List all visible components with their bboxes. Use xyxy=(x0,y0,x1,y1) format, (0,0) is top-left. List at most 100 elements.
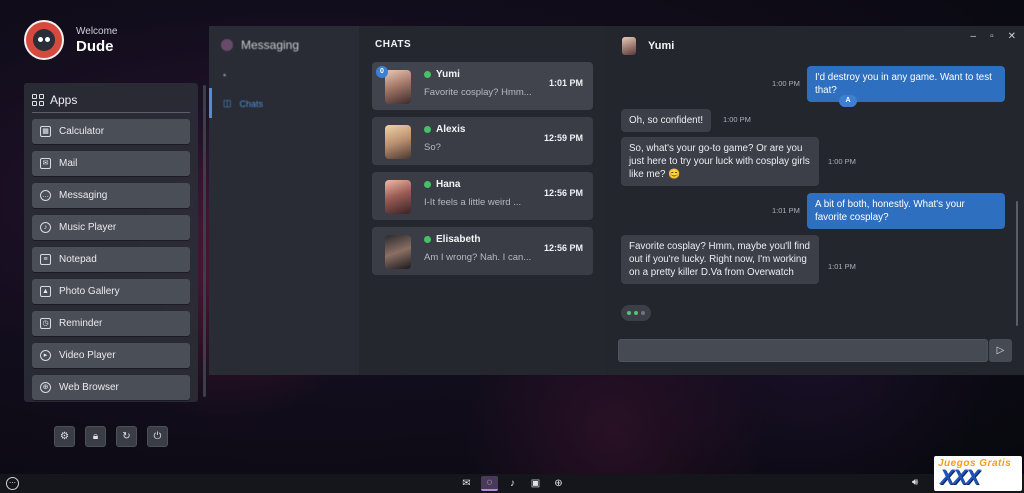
avatar[interactable] xyxy=(24,20,64,60)
photo-icon[interactable]: ▣ xyxy=(527,476,544,491)
unread-badge: 0 xyxy=(376,66,388,78)
messaging-title: Messaging xyxy=(221,38,299,52)
send-icon: ▷ xyxy=(996,345,1005,356)
chat-time: 12:59 PM xyxy=(543,133,583,143)
chat-name-row: Hana xyxy=(424,179,460,190)
chat-item-yumi[interactable]: 0 Yumi Favorite cosplay? Hmm... 1:01 PM xyxy=(372,62,593,110)
chat-name: Elisabeth xyxy=(436,234,481,245)
app-web-browser-button[interactable]: ⊕ Web Browser xyxy=(32,375,190,400)
app-calculator-button[interactable]: ▦ Calculator xyxy=(32,119,190,144)
settings-icon[interactable]: ⚙ xyxy=(54,426,75,447)
chat-item-elisabeth[interactable]: Elisabeth Am I wrong? Nah. I can... 12:5… xyxy=(372,227,593,275)
chat-avatar xyxy=(385,125,411,159)
message-bubble-out: A bit of both, honestly. What's your fav… xyxy=(807,193,1005,229)
chats-nav-icon: ◫ xyxy=(223,98,232,108)
apps-panel: Apps ▦ Calculator ✉ Mail … Messaging ♪ M… xyxy=(24,83,198,402)
message-bubble-in: Favorite cosplay? Hmm, maybe you'll find… xyxy=(621,235,819,284)
globe-icon[interactable]: ⊕ xyxy=(550,476,567,491)
app-photo-gallery-button[interactable]: ▲ Photo Gallery xyxy=(32,279,190,304)
user-name: Dude xyxy=(76,37,114,55)
volume-icon[interactable]: 🔊︎ xyxy=(912,477,918,488)
chat-list: CHATS 0 Yumi Favorite cosplay? Hmm... 1:… xyxy=(359,26,606,375)
chat-preview: Favorite cosplay? Hmm... xyxy=(424,87,532,98)
refresh-icon[interactable]: ↻ xyxy=(116,426,137,447)
chat-avatar xyxy=(385,180,411,214)
message-bubble-in: So, what's your go-to game? Or are you j… xyxy=(621,137,819,186)
welcome-label: Welcome xyxy=(76,25,118,37)
message-time: 1:01 PM xyxy=(772,206,800,215)
app-label: Calculator xyxy=(59,126,105,137)
read-badge: A xyxy=(839,95,857,107)
app-mail-button[interactable]: ✉ Mail xyxy=(32,151,190,176)
window-controls: – ▫ ✕ xyxy=(971,31,1017,42)
apps-title: Apps xyxy=(50,92,78,107)
contact-avatar xyxy=(622,37,636,55)
maximize-icon[interactable]: ▫ xyxy=(990,31,994,42)
online-indicator xyxy=(424,236,431,243)
mail-icon[interactable]: ✉ xyxy=(458,476,475,491)
chat-avatar xyxy=(385,235,411,269)
notepad-icon: ≡ xyxy=(40,254,51,265)
chat-item-alexis[interactable]: Alexis So? 12:59 PM xyxy=(372,117,593,165)
apps-scrollbar[interactable] xyxy=(203,85,206,397)
chat-preview: So? xyxy=(424,142,441,153)
message-time: 1:00 PM xyxy=(828,157,856,166)
menu-icon[interactable]: ⋯ xyxy=(6,477,19,490)
chat-item-hana[interactable]: Hana I-It feels a little weird ... 12:56… xyxy=(372,172,593,220)
messaging-icon[interactable]: ◌ xyxy=(481,476,498,491)
chat-name-row: Elisabeth xyxy=(424,234,480,245)
app-messaging-button[interactable]: … Messaging xyxy=(32,183,190,208)
chat-name: Yumi xyxy=(436,69,460,80)
chats-heading: CHATS xyxy=(375,39,412,50)
chats-nav-label: Chats xyxy=(239,98,264,109)
send-button[interactable]: ▷ xyxy=(989,339,1012,362)
conversation-header: Yumi xyxy=(622,37,674,55)
power-icon[interactable]: ⏻ xyxy=(147,426,168,447)
music-icon[interactable]: ♪ xyxy=(504,476,521,491)
apps-header: Apps xyxy=(32,87,190,113)
conversation-scrollbar[interactable] xyxy=(1016,201,1018,326)
chat-preview: Am I wrong? Nah. I can... xyxy=(424,252,532,263)
message-bubble-out: I'd destroy you in any game. Want to tes… xyxy=(807,66,1005,102)
message-time: 1:01 PM xyxy=(828,262,856,271)
watermark-logo: Juegos Gratis XXX xyxy=(934,456,1022,491)
online-indicator xyxy=(424,126,431,133)
nav-chats[interactable]: ◫ Chats xyxy=(223,98,263,109)
chat-time: 12:56 PM xyxy=(543,243,583,253)
messaging-title-text: Messaging xyxy=(241,38,300,52)
app-label: Mail xyxy=(59,158,78,169)
messaging-logo-icon xyxy=(221,39,233,51)
online-indicator xyxy=(424,71,431,78)
close-icon[interactable]: ✕ xyxy=(1008,31,1016,42)
app-label: Photo Gallery xyxy=(59,286,120,297)
message-time: 1:00 PM xyxy=(723,115,751,124)
app-label: Reminder xyxy=(59,318,103,329)
chat-name-row: Yumi xyxy=(424,69,460,80)
chat-name: Hana xyxy=(436,179,461,190)
apps-grid-icon xyxy=(32,93,44,106)
system-controls: ⚙ 🔒︎ ↻ ⏻ xyxy=(54,426,168,447)
chat-time: 12:56 PM xyxy=(543,188,583,198)
app-reminder-button[interactable]: ◷ Reminder xyxy=(32,311,190,336)
calculator-icon: ▦ xyxy=(40,126,51,137)
conversation-pane: Yumi – ▫ ✕ 1:00 PM I'd destroy you in an… xyxy=(606,26,1024,375)
message-bubble-in: Oh, so confident! xyxy=(621,109,712,132)
message-time: 1:00 PM xyxy=(772,79,800,88)
user-header: Welcome Dude xyxy=(24,20,118,60)
chat-name: Alexis xyxy=(436,124,466,135)
nav-home-icon[interactable]: ▪ xyxy=(223,70,226,80)
message-input[interactable] xyxy=(618,339,988,362)
photo-icon: ▲ xyxy=(40,286,51,297)
taskbar-apps: ✉ ◌ ♪ ▣ ⊕ xyxy=(458,476,567,491)
taskbar: ⋯ ✉ ◌ ♪ ▣ ⊕ 🔊︎ xyxy=(0,474,1024,493)
app-video-player-button[interactable]: ▸ Video Player xyxy=(32,343,190,368)
contact-name: Yumi xyxy=(648,40,675,52)
app-label: Messaging xyxy=(59,190,108,201)
app-label: Web Browser xyxy=(59,382,119,393)
messaging-icon: … xyxy=(40,190,51,201)
app-notepad-button[interactable]: ≡ Notepad xyxy=(32,247,190,272)
app-music-player-button[interactable]: ♪ Music Player xyxy=(32,215,190,240)
minimize-icon[interactable]: – xyxy=(971,31,977,42)
lock-icon[interactable]: 🔒︎ xyxy=(85,426,106,447)
messaging-window: Messaging ▪ ◫ Chats CHATS 0 Yumi Favorit… xyxy=(209,26,1024,375)
